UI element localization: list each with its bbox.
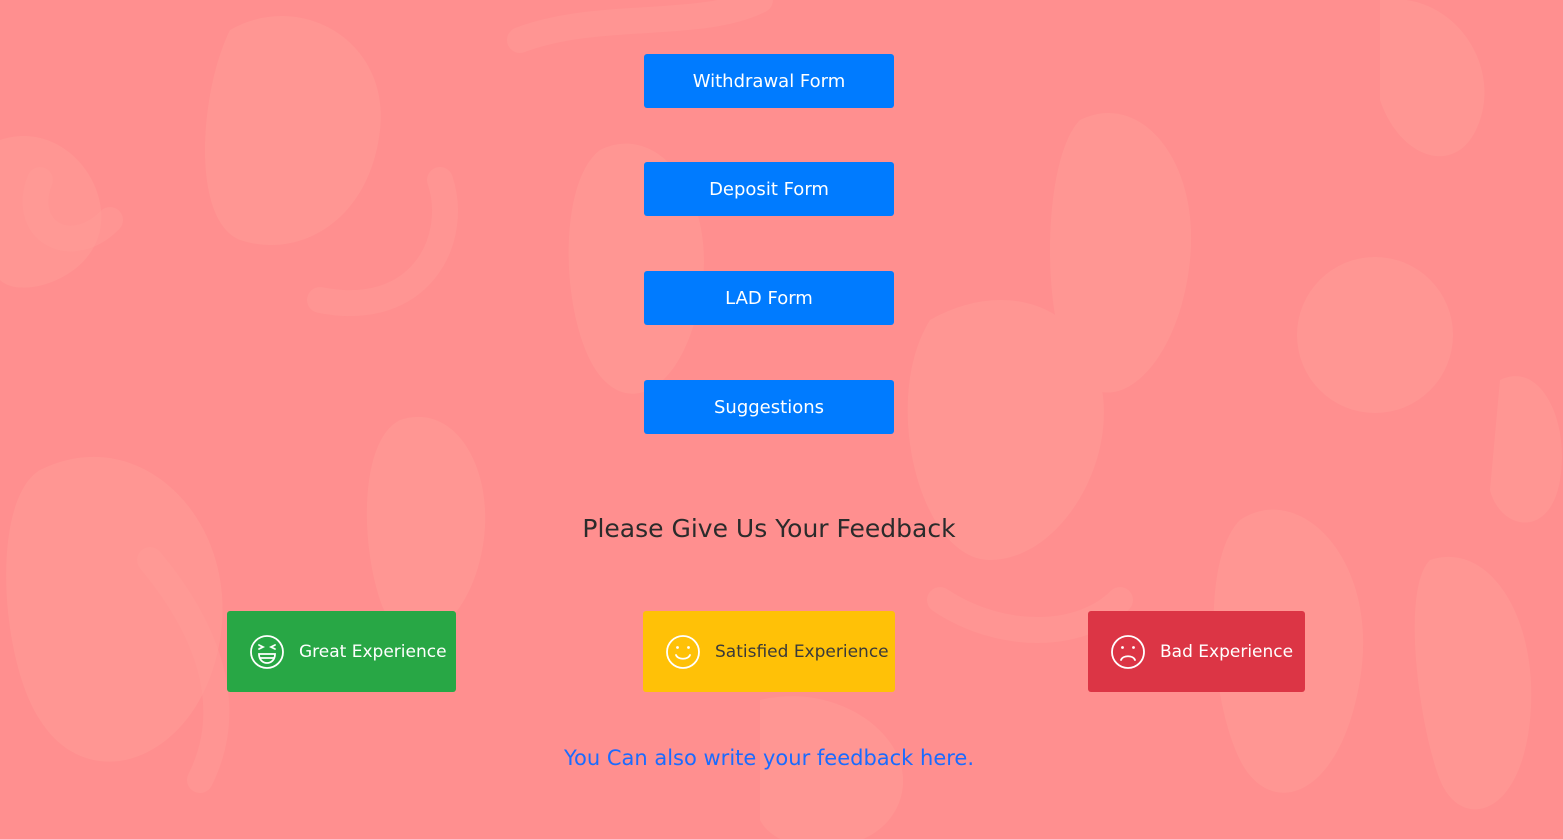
write-feedback-link[interactable]: You Can also write your feedback here.: [0, 746, 1538, 770]
frowning-face-icon: [1110, 634, 1146, 670]
great-experience-label: Great Experience: [299, 641, 447, 662]
bad-experience-button[interactable]: Bad Experience: [1088, 611, 1305, 692]
withdrawal-form-button[interactable]: Withdrawal Form: [644, 54, 894, 108]
great-experience-button[interactable]: Great Experience: [227, 611, 456, 692]
laughing-face-icon: [249, 634, 285, 670]
feedback-heading: Please Give Us Your Feedback: [582, 514, 956, 543]
satisfied-experience-button[interactable]: Satisfied Experience: [643, 611, 895, 692]
bad-experience-label: Bad Experience: [1160, 641, 1294, 662]
satisfied-experience-label: Satisfied Experience: [715, 641, 889, 662]
lad-form-button[interactable]: LAD Form: [644, 271, 894, 325]
deposit-form-button[interactable]: Deposit Form: [644, 162, 894, 216]
suggestions-button[interactable]: Suggestions: [644, 380, 894, 434]
smiling-face-icon: [665, 634, 701, 670]
